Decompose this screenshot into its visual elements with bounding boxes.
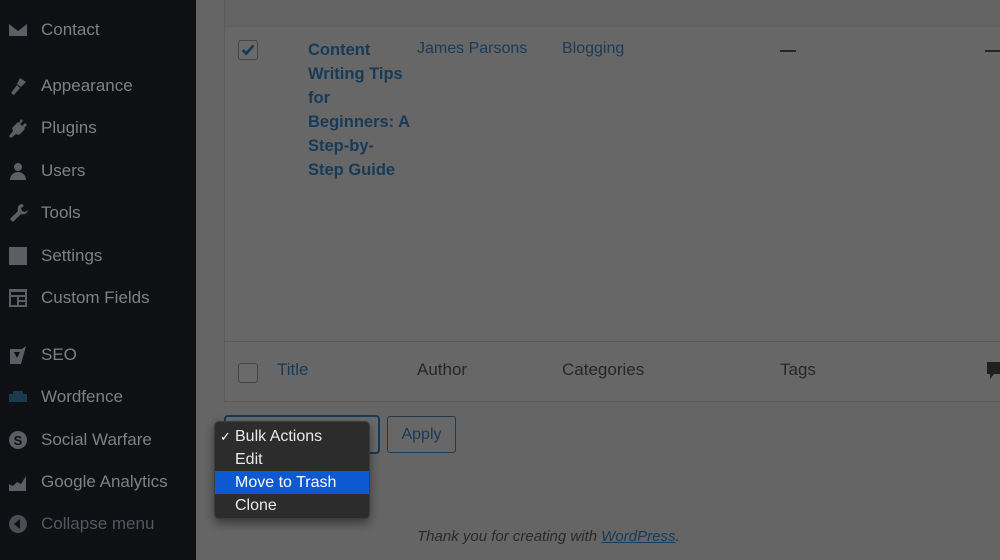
- comment-bubble-icon[interactable]: [987, 362, 1000, 379]
- svg-text:S: S: [14, 433, 23, 448]
- posts-table: Content Writing Tips for Beginners: A St…: [224, 0, 1000, 402]
- sidebar-item-tools[interactable]: Tools: [0, 195, 196, 231]
- bulk-actions-dropdown-menu: ✓ Bulk Actions Edit Move to Trash Clone: [214, 421, 370, 519]
- sidebar-item-social-warfare[interactable]: S Social Warfare: [0, 422, 196, 458]
- sidebar-item-label: Custom Fields: [41, 288, 150, 307]
- option-label: Move to Trash: [235, 474, 337, 491]
- checkmark-icon: [241, 44, 255, 56]
- row-checkbox[interactable]: [238, 40, 258, 60]
- sidebar-item-label: Collapse menu: [41, 514, 155, 533]
- dropdown-option-bulk-actions[interactable]: ✓ Bulk Actions: [215, 425, 369, 448]
- apply-button[interactable]: Apply: [387, 416, 456, 453]
- sidebar-item-label: Tools: [41, 203, 81, 222]
- wordpress-link[interactable]: WordPress: [601, 528, 675, 545]
- table-row-previous: [225, 0, 1000, 27]
- column-tags: Tags: [780, 360, 816, 379]
- sidebar-item-appearance[interactable]: Appearance: [0, 68, 196, 104]
- post-title-line: Step-by-: [308, 137, 374, 155]
- sidebar-item-seo[interactable]: SEO: [0, 337, 196, 373]
- post-title-line: Writing Tips: [308, 65, 403, 83]
- select-all-checkbox[interactable]: [238, 363, 258, 383]
- collapse-menu-button[interactable]: Collapse menu: [0, 506, 196, 542]
- post-title-line: Content: [308, 41, 371, 59]
- grid-table-icon: [7, 287, 29, 309]
- column-title-sort[interactable]: Title: [277, 360, 309, 380]
- sidebar-item-label: Google Analytics: [41, 472, 168, 491]
- analytics-chart-icon: [7, 471, 29, 493]
- sidebar-item-settings[interactable]: Settings: [0, 238, 196, 274]
- post-author-link[interactable]: James Parsons: [417, 40, 527, 58]
- dropdown-option-edit[interactable]: Edit: [215, 448, 369, 471]
- paintbrush-icon: [7, 75, 29, 97]
- wordfence-icon: [7, 386, 29, 408]
- sidebar-item-label: Appearance: [41, 76, 133, 95]
- post-title-line: Step Guide: [308, 161, 396, 179]
- sidebar-item-label: Social Warfare: [41, 430, 152, 449]
- dropdown-option-clone[interactable]: Clone: [215, 494, 369, 517]
- user-icon: [7, 160, 29, 182]
- sidebar-item-google-analytics[interactable]: Google Analytics: [0, 464, 196, 500]
- collapse-arrow-icon: [7, 513, 29, 535]
- post-title-line: Beginners: A: [308, 113, 411, 131]
- option-label: Bulk Actions: [235, 428, 323, 445]
- comments-empty-dash: [985, 50, 1000, 52]
- admin-sidebar: Contact Appearance Plugins Users Tools S…: [0, 0, 196, 560]
- settings-sliders-icon: [7, 245, 29, 267]
- plugin-icon: [7, 117, 29, 139]
- sidebar-item-label: Users: [41, 161, 86, 180]
- sidebar-item-label: Settings: [41, 246, 103, 265]
- checkmark-icon: ✓: [220, 429, 231, 444]
- social-warfare-icon: S: [7, 429, 29, 451]
- table-divider: [225, 341, 1000, 342]
- sidebar-item-label: Contact: [41, 20, 100, 39]
- tags-empty-dash: [780, 50, 796, 52]
- footer-suffix: .: [675, 528, 680, 545]
- wrench-icon: [7, 202, 29, 224]
- option-label: Edit: [235, 451, 263, 468]
- column-categories: Categories: [562, 360, 645, 379]
- sidebar-item-wordfence[interactable]: Wordfence: [0, 379, 196, 415]
- sidebar-item-contact[interactable]: Contact: [0, 12, 196, 48]
- sidebar-item-users[interactable]: Users: [0, 153, 196, 189]
- option-label: Clone: [235, 497, 277, 514]
- column-author: Author: [417, 360, 468, 379]
- envelope-icon: [7, 19, 29, 41]
- sidebar-item-label: SEO: [41, 345, 77, 364]
- yoast-icon: [7, 344, 29, 366]
- post-title-line: for: [308, 89, 330, 107]
- sidebar-item-label: Wordfence: [41, 387, 123, 406]
- post-title-link[interactable]: Content Writing Tips for Beginners: A St…: [308, 38, 428, 182]
- admin-footer-text: Thank you for creating with WordPress.: [417, 528, 680, 545]
- sidebar-item-plugins[interactable]: Plugins: [0, 110, 196, 146]
- footer-text: Thank you for creating with: [417, 528, 602, 545]
- post-category-link[interactable]: Blogging: [562, 40, 624, 58]
- sidebar-item-label: Plugins: [41, 118, 97, 137]
- sidebar-item-custom-fields[interactable]: Custom Fields: [0, 280, 196, 316]
- dropdown-option-move-to-trash[interactable]: Move to Trash: [215, 471, 369, 494]
